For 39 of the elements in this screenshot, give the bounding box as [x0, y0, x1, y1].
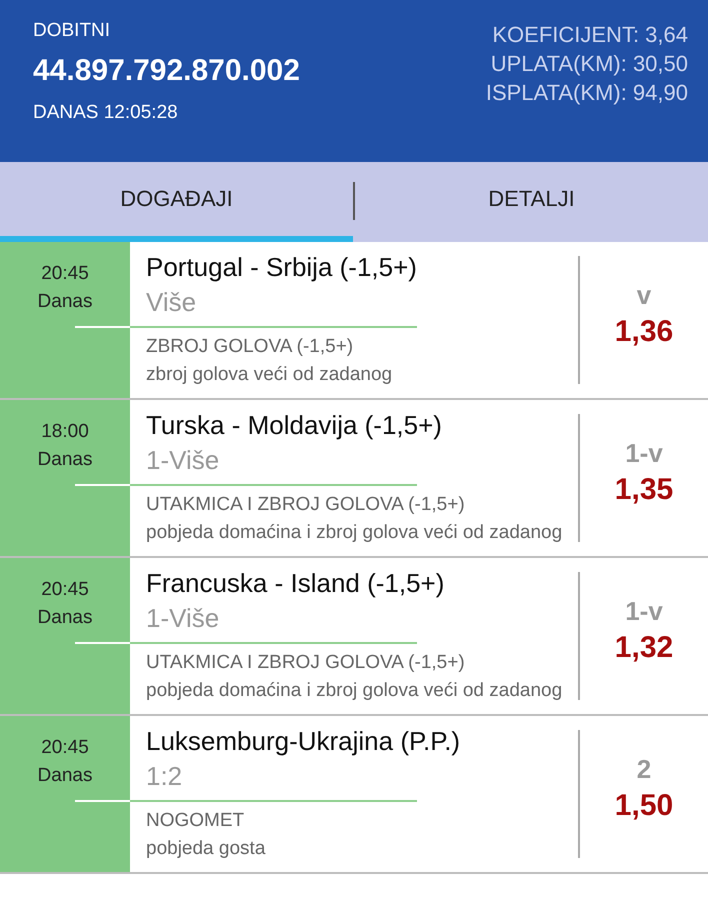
- ticket-date-time: DANAS 12:05:28: [33, 102, 179, 124]
- market-name: ZBROJ GOLOVA (-1,5+): [146, 336, 354, 358]
- ticket-total: KOEFICIJENT: 3,64: [492, 22, 688, 48]
- event-day: Danas: [38, 604, 92, 632]
- pick-label: 1-Više: [146, 445, 220, 476]
- market-description: pobjeda domaćina i zbroj golova veći od zadanog: [146, 679, 564, 703]
- tip-code: 1-v: [625, 438, 663, 469]
- event-time: 20:45: [41, 736, 89, 760]
- tip-code: v: [636, 280, 652, 311]
- match-name: Francuska - Island (-1,5+): [146, 568, 446, 599]
- market-description: pobjeda domaćina i zbroj golova veći od zadanog: [146, 521, 564, 545]
- market-description: pobjeda gosta: [146, 837, 266, 861]
- odd-value: 1,35: [614, 473, 674, 507]
- market-name: NOGOMET: [146, 810, 246, 832]
- pick-label: Više: [146, 287, 198, 318]
- event-day: Danas: [38, 762, 92, 790]
- event-day: Danas: [38, 288, 92, 316]
- ticket-total: UPLATA(KM): 30,50: [490, 51, 688, 77]
- odd-value: 1,36: [614, 315, 674, 349]
- odd-value: 1,50: [614, 789, 674, 823]
- ticket-total: ISPLATA(KM): 94,90: [486, 80, 688, 106]
- market-description: zbroj golova veći od zadanog: [146, 363, 394, 387]
- ticket-number: 44.897.792.870.002: [33, 54, 300, 88]
- market-name: UTAKMICA I ZBROJ GOLOVA (-1,5+): [146, 652, 466, 674]
- match-name: Luksemburg-Ukrajina (P.P.): [146, 726, 462, 757]
- market-name: UTAKMICA I ZBROJ GOLOVA (-1,5+): [146, 494, 466, 516]
- event-time: 18:00: [41, 420, 89, 444]
- pick-label: 1:2: [146, 761, 184, 792]
- event-time: 20:45: [41, 262, 89, 286]
- pick-label: 1-Više: [146, 603, 220, 634]
- event-day: Danas: [38, 446, 92, 474]
- tip-code: 2: [636, 754, 652, 785]
- match-name: Portugal - Srbija (-1,5+): [146, 252, 418, 283]
- match-name: Turska - Moldavija (-1,5+): [146, 410, 443, 441]
- tab[interactable]: DETALJI: [355, 162, 708, 242]
- ticket-status: DOBITNI: [33, 20, 112, 42]
- odd-value: 1,32: [614, 631, 674, 665]
- tip-code: 1-v: [625, 596, 663, 627]
- event-time: 20:45: [41, 578, 89, 602]
